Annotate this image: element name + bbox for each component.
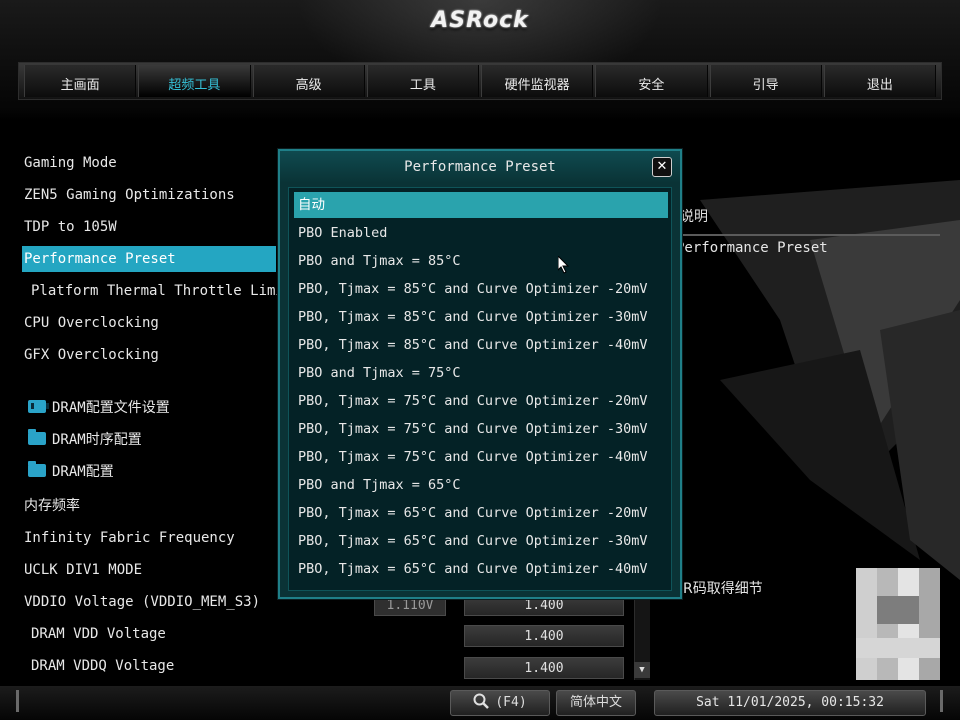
search-icon xyxy=(473,693,490,709)
menu-item-platform-thermal-throttle-limit[interactable]: Platform Thermal Throttle Limit(℃) xyxy=(22,278,325,304)
close-icon[interactable]: ✕ xyxy=(652,157,672,177)
tab-main[interactable]: 主画面 xyxy=(24,65,137,97)
tab-oc-tweaker[interactable]: 超频工具 xyxy=(138,65,251,97)
option-pbo-65-co-20[interactable]: PBO, Tjmax = 65°C and Curve Optimizer -2… xyxy=(294,500,668,526)
menu-item-label: DRAM配置 xyxy=(52,464,114,480)
tab-exit[interactable]: 退出 xyxy=(823,65,936,97)
dram-vdd-value-field[interactable]: 1.400 xyxy=(464,625,624,647)
option-pbo-85-co-30[interactable]: PBO, Tjmax = 85°C and Curve Optimizer -3… xyxy=(294,304,668,330)
option-pbo-tjmax-75[interactable]: PBO and Tjmax = 75°C xyxy=(294,360,668,386)
datetime-display: Sat 11/01/2025, 00:15:32 xyxy=(654,690,926,716)
left-grip xyxy=(16,690,19,712)
menu-item-cpu-overclocking[interactable]: CPU Overclocking xyxy=(22,310,276,336)
description-text: Performance Preset xyxy=(676,240,828,256)
language-button[interactable]: 简体中文 xyxy=(556,690,636,716)
search-button[interactable]: (F4) xyxy=(450,690,550,716)
description-title: 说明 xyxy=(680,209,708,225)
option-pbo-tjmax-65[interactable]: PBO and Tjmax = 65°C xyxy=(294,472,668,498)
mouse-pointer-icon xyxy=(558,256,570,274)
menu-item-dram-vdd-voltage[interactable]: DRAM VDD Voltage xyxy=(22,621,276,647)
menu-item-dram-vddq-voltage[interactable]: DRAM VDDQ Voltage xyxy=(22,653,276,679)
memory-icon xyxy=(28,400,49,413)
qr-code-caption: QR码取得细节 xyxy=(672,581,763,597)
menu-item-dram-timing[interactable]: DRAM时序配置 xyxy=(22,427,276,453)
tab-security[interactable]: 安全 xyxy=(595,65,708,97)
menu-item-gaming-mode[interactable]: Gaming Mode xyxy=(22,150,276,176)
option-pbo-75-co-20[interactable]: PBO, Tjmax = 75°C and Curve Optimizer -2… xyxy=(294,388,668,414)
description-divider xyxy=(660,234,940,236)
tab-tool[interactable]: 工具 xyxy=(366,65,479,97)
menu-item-gfx-overclocking[interactable]: GFX Overclocking xyxy=(22,342,276,368)
menu-item-label: DRAM配置文件设置 xyxy=(52,400,170,416)
option-pbo-65-co-40[interactable]: PBO, Tjmax = 65°C and Curve Optimizer -4… xyxy=(294,556,668,582)
option-pbo-75-co-30[interactable]: PBO, Tjmax = 75°C and Curve Optimizer -3… xyxy=(294,416,668,442)
menu-item-memory-frequency[interactable]: 内存频率 xyxy=(22,493,276,519)
scroll-down-arrow-icon[interactable]: ▼ xyxy=(634,662,650,678)
menu-item-tdp-105w[interactable]: TDP to 105W xyxy=(22,214,276,240)
menu-item-dram-config[interactable]: DRAM配置 xyxy=(22,459,276,485)
search-shortcut: (F4) xyxy=(495,695,527,710)
menu-item-vddio-voltage[interactable]: VDDIO Voltage (VDDIO_MEM_S3) xyxy=(22,589,276,615)
option-pbo-75-co-40[interactable]: PBO, Tjmax = 75°C and Curve Optimizer -4… xyxy=(294,444,668,470)
menu-item-performance-preset[interactable]: Performance Preset xyxy=(22,246,276,272)
option-pbo-enabled[interactable]: PBO Enabled xyxy=(294,220,668,246)
option-pbo-85-co-20[interactable]: PBO, Tjmax = 85°C and Curve Optimizer -2… xyxy=(294,276,668,302)
main-tab-bar: 主画面 超频工具 高级 工具 硬件监视器 安全 引导 退出 xyxy=(18,62,942,100)
right-grip xyxy=(940,690,943,712)
preset-options-list: 自动 PBO Enabled PBO and Tjmax = 85°C PBO,… xyxy=(288,187,672,591)
folder-icon xyxy=(28,461,46,477)
option-auto[interactable]: 自动 xyxy=(294,192,668,218)
menu-item-uclk-div1-mode[interactable]: UCLK DIV1 MODE xyxy=(22,557,276,583)
option-pbo-65-co-30[interactable]: PBO, Tjmax = 65°C and Curve Optimizer -3… xyxy=(294,528,668,554)
qr-code-image xyxy=(856,568,940,680)
tab-hardware-monitor[interactable]: 硬件监视器 xyxy=(481,65,594,97)
menu-item-infinity-fabric-frequency[interactable]: Infinity Fabric Frequency xyxy=(22,525,276,551)
menu-item-label: DRAM时序配置 xyxy=(52,432,142,448)
tab-boot[interactable]: 引导 xyxy=(709,65,822,97)
tab-advanced[interactable]: 高级 xyxy=(252,65,365,97)
menu-item-zen5-gaming-optimizations[interactable]: ZEN5 Gaming Optimizations xyxy=(22,182,276,208)
option-pbo-85-co-40[interactable]: PBO, Tjmax = 85°C and Curve Optimizer -4… xyxy=(294,332,668,358)
folder-icon xyxy=(28,429,46,445)
performance-preset-dialog: Performance Preset ✕ 自动 PBO Enabled PBO … xyxy=(278,149,682,599)
asrock-logo: ASRock xyxy=(431,8,529,33)
dialog-title: Performance Preset xyxy=(280,151,680,183)
dram-vddq-value-field[interactable]: 1.400 xyxy=(464,657,624,679)
menu-item-dram-profile[interactable]: DRAM配置文件设置 xyxy=(22,395,276,421)
option-pbo-tjmax-85[interactable]: PBO and Tjmax = 85°C xyxy=(294,248,668,274)
